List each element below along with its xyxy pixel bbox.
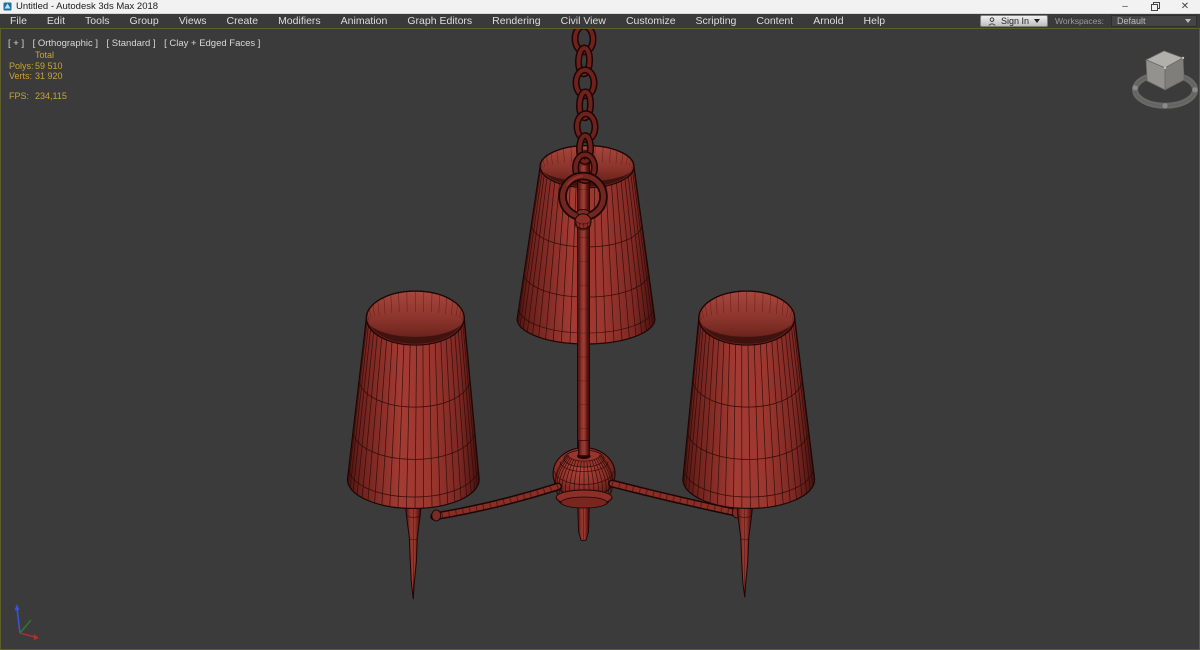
menu-item-graph-editors[interactable]: Graph Editors bbox=[397, 14, 482, 28]
3dsmax-app-icon bbox=[3, 2, 12, 11]
chandelier-shade-left[interactable] bbox=[346, 290, 480, 510]
verts-value: 31 920 bbox=[35, 71, 63, 81]
viewport-statistics: Total Polys: 59 510 Verts: 31 920 FPS: 2… bbox=[9, 50, 67, 101]
sign-in-label: Sign In bbox=[1000, 16, 1030, 26]
menu-item-arnold[interactable]: Arnold bbox=[803, 14, 853, 28]
menu-item-create[interactable]: Create bbox=[217, 14, 269, 28]
caret-down-icon bbox=[1185, 19, 1191, 23]
chandelier-leg-right[interactable] bbox=[736, 500, 754, 598]
caret-down-icon bbox=[1034, 19, 1041, 23]
menu-item-scripting[interactable]: Scripting bbox=[686, 14, 747, 28]
menu-item-content[interactable]: Content bbox=[746, 14, 803, 28]
titlebar: Untitled - Autodesk 3ds Max 2018 – ✕ bbox=[0, 0, 1200, 14]
fps-label: FPS: bbox=[9, 90, 30, 101]
chandelier-model[interactable] bbox=[1, 29, 1199, 649]
viewcube[interactable] bbox=[1132, 50, 1199, 109]
close-button[interactable]: ✕ bbox=[1170, 0, 1200, 13]
chandelier-leg-left[interactable] bbox=[404, 500, 422, 600]
user-icon bbox=[988, 16, 996, 26]
polys-label: Polys: bbox=[9, 60, 34, 71]
polys-value: 59 510 bbox=[35, 60, 63, 71]
menu-item-file[interactable]: File bbox=[0, 14, 37, 28]
sign-in-button[interactable]: Sign In bbox=[979, 15, 1049, 27]
3dsmax-window: Untitled - Autodesk 3ds Max 2018 – ✕ Fil… bbox=[0, 0, 1200, 650]
menu-item-tools[interactable]: Tools bbox=[75, 14, 120, 28]
fps-value: 234,115 bbox=[35, 90, 67, 101]
window-title: Untitled - Autodesk 3ds Max 2018 bbox=[16, 1, 159, 12]
menu-item-animation[interactable]: Animation bbox=[331, 14, 398, 28]
minimize-button[interactable]: – bbox=[1110, 0, 1140, 13]
menu-item-views[interactable]: Views bbox=[169, 14, 217, 28]
menu-item-group[interactable]: Group bbox=[120, 14, 169, 28]
chandelier-shade-right[interactable] bbox=[682, 290, 816, 510]
menubar: File Edit Tools Group Views Create Modif… bbox=[0, 14, 1200, 28]
viewport-style-label[interactable]: [ Standard ] bbox=[107, 38, 156, 49]
stats-spacer bbox=[9, 50, 35, 61]
restore-icon bbox=[1150, 2, 1160, 11]
menu-item-help[interactable]: Help bbox=[854, 14, 896, 28]
maximize-button[interactable] bbox=[1140, 0, 1170, 13]
viewport-shading-label[interactable]: [ Clay + Edged Faces ] bbox=[164, 38, 260, 49]
menu-item-customize[interactable]: Customize bbox=[616, 14, 686, 28]
chandelier-hub[interactable] bbox=[552, 440, 616, 509]
menu-item-rendering[interactable]: Rendering bbox=[482, 14, 550, 28]
menu-item-civil-view[interactable]: Civil View bbox=[551, 14, 616, 28]
workspaces-selected: Default bbox=[1117, 16, 1146, 26]
menu-item-edit[interactable]: Edit bbox=[37, 14, 75, 28]
viewport-pov-label[interactable]: [ + ] bbox=[8, 38, 24, 49]
chandelier-chain[interactable] bbox=[571, 29, 599, 184]
viewport-view-label[interactable]: [ Orthographic ] bbox=[33, 38, 98, 49]
viewport[interactable]: [ + ] [ Orthographic ] [ Standard ] [ Cl… bbox=[0, 28, 1200, 650]
menu-item-modifiers[interactable]: Modifiers bbox=[268, 14, 331, 28]
chandelier-center-rod[interactable] bbox=[577, 149, 590, 453]
verts-label: Verts: bbox=[9, 71, 33, 81]
viewport-label: [ + ] [ Orthographic ] [ Standard ] [ Cl… bbox=[8, 33, 264, 51]
world-axis-gizmo bbox=[14, 604, 39, 641]
workspaces-dropdown[interactable]: Default bbox=[1111, 15, 1197, 27]
stats-header: Total bbox=[35, 50, 55, 60]
workspaces-label: Workspaces: bbox=[1055, 16, 1104, 26]
